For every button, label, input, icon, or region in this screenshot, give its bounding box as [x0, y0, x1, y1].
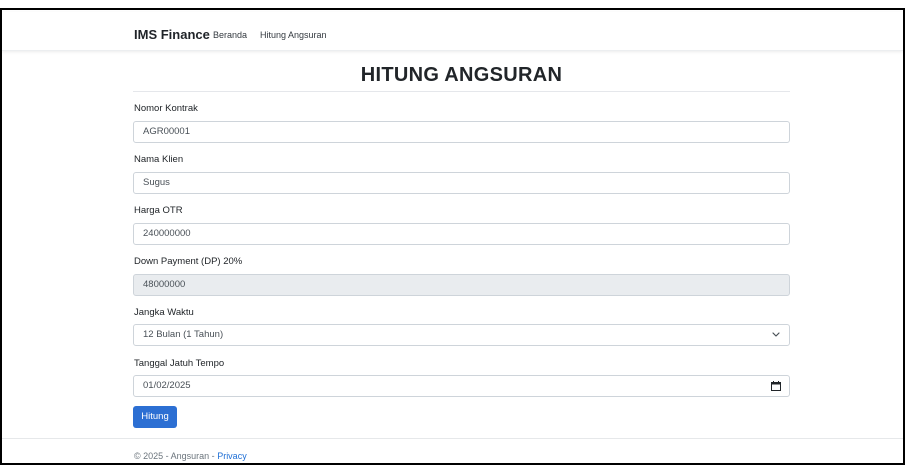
term-value: 12 Bulan (1 Tahun): [143, 329, 224, 340]
otr-price-value: 240000000: [143, 228, 191, 239]
top-window-edge: [0, 0, 905, 10]
brand-logo[interactable]: IMS Finance: [134, 27, 210, 43]
due-date-label: Tanggal Jatuh Tempo: [134, 358, 225, 369]
otr-price-label: Harga OTR: [134, 205, 183, 216]
footer-divider: [2, 438, 903, 439]
nav-link-hitung-angsuran[interactable]: Hitung Angsuran: [260, 29, 327, 41]
client-name-field[interactable]: Sugus: [133, 172, 790, 194]
page-title: HITUNG ANGSURAN: [360, 64, 563, 86]
title-divider: [133, 91, 790, 92]
calendar-icon[interactable]: [771, 381, 781, 391]
down-payment-label: Down Payment (DP) 20%: [134, 256, 243, 267]
hitung-button[interactable]: Hitung: [133, 406, 177, 428]
contract-number-value: AGR00001: [143, 126, 191, 137]
contract-number-label: Nomor Kontrak: [134, 103, 198, 114]
footer: © 2025 - Angsuran - Privacy: [134, 450, 247, 462]
client-name-value: Sugus: [143, 177, 170, 188]
otr-price-field[interactable]: 240000000: [133, 223, 790, 245]
client-name-label: Nama Klien: [134, 154, 184, 165]
footer-copyright: © 2025 - Angsuran -: [134, 451, 218, 461]
term-label: Jangka Waktu: [134, 307, 194, 318]
nav-link-beranda[interactable]: Beranda: [213, 29, 247, 41]
term-select[interactable]: 12 Bulan (1 Tahun): [133, 324, 790, 346]
navbar: IMS Finance Beranda Hitung Angsuran: [2, 12, 903, 51]
due-date-field[interactable]: 01/02/2025: [133, 375, 790, 397]
chevron-down-icon: [772, 332, 780, 337]
down-payment-field: 48000000: [133, 274, 790, 296]
privacy-link[interactable]: Privacy: [217, 451, 247, 461]
contract-number-field[interactable]: AGR00001: [133, 121, 790, 143]
due-date-value: 01/02/2025: [143, 380, 191, 391]
down-payment-value: 48000000: [143, 279, 186, 290]
